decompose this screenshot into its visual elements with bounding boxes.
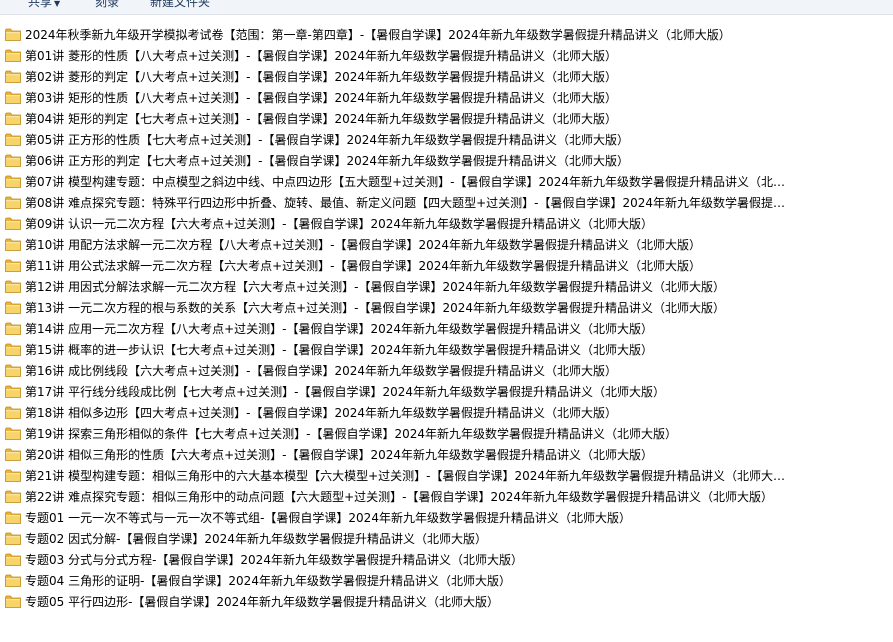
folder-name: 第14讲 应用一元二次方程【八大考点+过关测】-【暑假自学课】2024年新九年级… <box>25 322 654 336</box>
folder-icon <box>5 427 21 440</box>
list-item[interactable]: 第05讲 正方形的性质【七大考点+过关测】-【暑假自学课】2024年新九年级数学… <box>0 129 893 150</box>
folder-name: 第20讲 相似三角形的性质【六大考点+过关测】-【暑假自学课】2024年新九年级… <box>25 448 654 462</box>
folder-name: 第05讲 正方形的性质【七大考点+过关测】-【暑假自学课】2024年新九年级数学… <box>25 133 630 147</box>
folder-icon <box>5 238 21 251</box>
list-item[interactable]: 专题05 平行四边形-【暑假自学课】2024年新九年级数学暑假提升精品讲义（北师… <box>0 591 893 612</box>
share-label: 共享 <box>28 0 53 9</box>
list-item[interactable]: 专题04 三角形的证明-【暑假自学课】2024年新九年级数学暑假提升精品讲义（北… <box>0 570 893 591</box>
folder-name: 第22讲 难点探究专题：相似三角形中的动点问题【六大题型+过关测】-【暑假自学课… <box>25 490 774 504</box>
folder-icon <box>5 364 21 377</box>
folder-name: 第16讲 成比例线段【六大考点+过关测】-【暑假自学课】2024年新九年级数学暑… <box>25 364 618 378</box>
folder-icon <box>5 469 21 482</box>
folder-icon <box>5 154 21 167</box>
folder-name: 专题05 平行四边形-【暑假自学课】2024年新九年级数学暑假提升精品讲义（北师… <box>25 595 499 609</box>
folder-name: 专题03 分式与分式方程-【暑假自学课】2024年新九年级数学暑假提升精品讲义（… <box>25 553 523 567</box>
folder-name: 第10讲 用配方法求解一元二次方程【八大考点+过关测】-【暑假自学课】2024年… <box>25 238 702 252</box>
folder-icon <box>5 448 21 461</box>
folder-icon <box>5 406 21 419</box>
folder-icon <box>5 490 21 503</box>
folder-icon <box>5 511 21 524</box>
new-folder-button[interactable]: 新建文件夹 <box>150 0 210 10</box>
folder-name: 第12讲 用因式分解法求解一元二次方程【六大考点+过关测】-【暑假自学课】202… <box>25 280 726 294</box>
folder-name: 专题02 因式分解-【暑假自学课】2024年新九年级数学暑假提升精品讲义（北师大… <box>25 532 487 546</box>
folder-name: 第21讲 模型构建专题：相似三角形中的六大基本模型【六大模型+过关测】-【暑假自… <box>25 469 795 483</box>
folder-name: 第15讲 概率的进一步认识【七大考点+过关测】-【暑假自学课】2024年新九年级… <box>25 343 654 357</box>
list-item[interactable]: 第03讲 矩形的性质【八大考点+过关测】-【暑假自学课】2024年新九年级数学暑… <box>0 87 893 108</box>
folder-icon <box>5 112 21 125</box>
folder-icon <box>5 553 21 566</box>
list-item[interactable]: 第09讲 认识一元二次方程【六大考点+过关测】-【暑假自学课】2024年新九年级… <box>0 213 893 234</box>
explorer-toolbar: 共享 ▼ 刻录 新建文件夹 <box>0 0 893 15</box>
folder-icon <box>5 28 21 41</box>
folder-icon <box>5 574 21 587</box>
list-item[interactable]: 第13讲 一元二次方程的根与系数的关系【六大考点+过关测】-【暑假自学课】202… <box>0 297 893 318</box>
folder-name: 专题04 三角形的证明-【暑假自学课】2024年新九年级数学暑假提升精品讲义（北… <box>25 574 511 588</box>
list-item[interactable]: 第11讲 用公式法求解一元二次方程【六大考点+过关测】-【暑假自学课】2024年… <box>0 255 893 276</box>
folder-icon <box>5 91 21 104</box>
list-item[interactable]: 第22讲 难点探究专题：相似三角形中的动点问题【六大题型+过关测】-【暑假自学课… <box>0 486 893 507</box>
list-item[interactable]: 第17讲 平行线分线段成比例【七大考点+过关测】-【暑假自学课】2024年新九年… <box>0 381 893 402</box>
folder-icon <box>5 385 21 398</box>
list-item[interactable]: 第02讲 菱形的判定【八大考点+过关测】-【暑假自学课】2024年新九年级数学暑… <box>0 66 893 87</box>
folder-list: 2024年秋季新九年级开学模拟考试卷【范围：第一章-第四章】-【暑假自学课】20… <box>0 24 893 612</box>
folder-icon <box>5 595 21 608</box>
folder-name: 第19讲 探索三角形相似的条件【七大考点+过关测】-【暑假自学课】2024年新九… <box>25 427 678 441</box>
list-item[interactable]: 第04讲 矩形的判定【七大考点+过关测】-【暑假自学课】2024年新九年级数学暑… <box>0 108 893 129</box>
folder-icon <box>5 175 21 188</box>
folder-icon <box>5 259 21 272</box>
folder-name: 第11讲 用公式法求解一元二次方程【六大考点+过关测】-【暑假自学课】2024年… <box>25 259 702 273</box>
list-item[interactable]: 第18讲 相似多边形【四大考点+过关测】-【暑假自学课】2024年新九年级数学暑… <box>0 402 893 423</box>
folder-name: 第18讲 相似多边形【四大考点+过关测】-【暑假自学课】2024年新九年级数学暑… <box>25 406 618 420</box>
share-button[interactable]: 共享 ▼ <box>28 0 60 10</box>
folder-name: 第02讲 菱形的判定【八大考点+过关测】-【暑假自学课】2024年新九年级数学暑… <box>25 70 618 84</box>
folder-icon <box>5 133 21 146</box>
chevron-down-icon: ▼ <box>54 0 61 8</box>
folder-name: 第04讲 矩形的判定【七大考点+过关测】-【暑假自学课】2024年新九年级数学暑… <box>25 112 618 126</box>
folder-icon <box>5 217 21 230</box>
list-item[interactable]: 第08讲 难点探究专题：特殊平行四边形中折叠、旋转、最值、新定义问题【四大题型+… <box>0 192 893 213</box>
folder-icon <box>5 70 21 83</box>
burn-button[interactable]: 刻录 <box>95 0 119 10</box>
folder-icon <box>5 280 21 293</box>
list-item[interactable]: 第12讲 用因式分解法求解一元二次方程【六大考点+过关测】-【暑假自学课】202… <box>0 276 893 297</box>
folder-name: 第17讲 平行线分线段成比例【七大考点+过关测】-【暑假自学课】2024年新九年… <box>25 385 666 399</box>
folder-name: 第09讲 认识一元二次方程【六大考点+过关测】-【暑假自学课】2024年新九年级… <box>25 217 654 231</box>
list-item[interactable]: 第16讲 成比例线段【六大考点+过关测】-【暑假自学课】2024年新九年级数学暑… <box>0 360 893 381</box>
list-item[interactable]: 第07讲 模型构建专题：中点模型之斜边中线、中点四边形【五大题型+过关测】-【暑… <box>0 171 893 192</box>
list-item[interactable]: 第15讲 概率的进一步认识【七大考点+过关测】-【暑假自学课】2024年新九年级… <box>0 339 893 360</box>
folder-icon <box>5 532 21 545</box>
list-item[interactable]: 第01讲 菱形的性质【八大考点+过关测】-【暑假自学课】2024年新九年级数学暑… <box>0 45 893 66</box>
folder-name: 第03讲 矩形的性质【八大考点+过关测】-【暑假自学课】2024年新九年级数学暑… <box>25 91 618 105</box>
list-item[interactable]: 第19讲 探索三角形相似的条件【七大考点+过关测】-【暑假自学课】2024年新九… <box>0 423 893 444</box>
list-item[interactable]: 第06讲 正方形的判定【七大考点+过关测】-【暑假自学课】2024年新九年级数学… <box>0 150 893 171</box>
folder-name: 第07讲 模型构建专题：中点模型之斜边中线、中点四边形【五大题型+过关测】-【暑… <box>25 175 795 189</box>
folder-icon <box>5 343 21 356</box>
list-item[interactable]: 第20讲 相似三角形的性质【六大考点+过关测】-【暑假自学课】2024年新九年级… <box>0 444 893 465</box>
folder-name: 第08讲 难点探究专题：特殊平行四边形中折叠、旋转、最值、新定义问题【四大题型+… <box>25 196 795 210</box>
folder-name: 第13讲 一元二次方程的根与系数的关系【六大考点+过关测】-【暑假自学课】202… <box>25 301 726 315</box>
list-item[interactable]: 第10讲 用配方法求解一元二次方程【八大考点+过关测】-【暑假自学课】2024年… <box>0 234 893 255</box>
list-item[interactable]: 2024年秋季新九年级开学模拟考试卷【范围：第一章-第四章】-【暑假自学课】20… <box>0 24 893 45</box>
folder-name: 专题01 一元一次不等式与一元一次不等式组-【暑假自学课】2024年新九年级数学… <box>25 511 631 525</box>
list-item[interactable]: 专题03 分式与分式方程-【暑假自学课】2024年新九年级数学暑假提升精品讲义（… <box>0 549 893 570</box>
folder-name: 第06讲 正方形的判定【七大考点+过关测】-【暑假自学课】2024年新九年级数学… <box>25 154 630 168</box>
folder-name: 第01讲 菱形的性质【八大考点+过关测】-【暑假自学课】2024年新九年级数学暑… <box>25 49 618 63</box>
folder-name: 2024年秋季新九年级开学模拟考试卷【范围：第一章-第四章】-【暑假自学课】20… <box>25 28 731 42</box>
list-item[interactable]: 第21讲 模型构建专题：相似三角形中的六大基本模型【六大模型+过关测】-【暑假自… <box>0 465 893 486</box>
list-item[interactable]: 专题01 一元一次不等式与一元一次不等式组-【暑假自学课】2024年新九年级数学… <box>0 507 893 528</box>
folder-icon <box>5 322 21 335</box>
list-item[interactable]: 第14讲 应用一元二次方程【八大考点+过关测】-【暑假自学课】2024年新九年级… <box>0 318 893 339</box>
folder-icon <box>5 301 21 314</box>
list-item[interactable]: 专题02 因式分解-【暑假自学课】2024年新九年级数学暑假提升精品讲义（北师大… <box>0 528 893 549</box>
folder-icon <box>5 196 21 209</box>
folder-icon <box>5 49 21 62</box>
